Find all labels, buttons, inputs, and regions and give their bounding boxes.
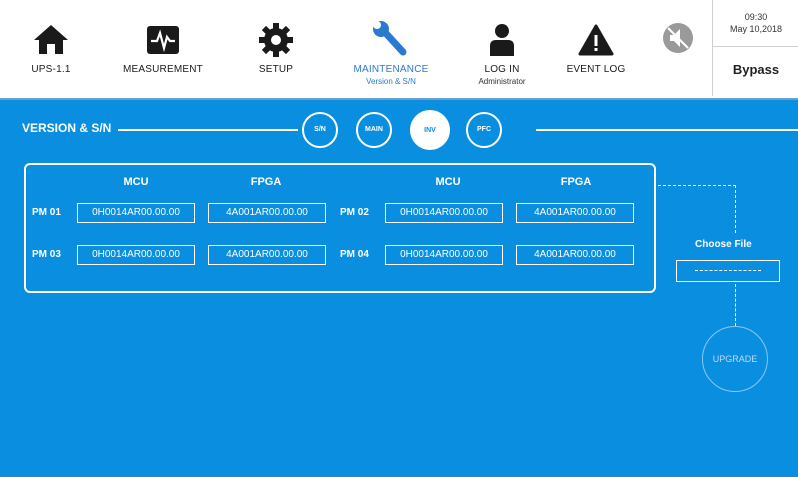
- connector-line: [735, 185, 736, 233]
- column-header-mcu: MCU: [435, 176, 461, 188]
- divider: [536, 129, 798, 131]
- tab-sn[interactable]: S/N: [302, 112, 338, 148]
- tab-inv[interactable]: INV: [410, 110, 450, 150]
- nav-maintenance[interactable]: MAINTENANCE Version & S/N: [348, 0, 434, 98]
- clock-date: May 10,2018: [729, 24, 783, 34]
- user-icon: [490, 24, 514, 56]
- module-label: PM 03: [32, 249, 61, 260]
- mute-toggle[interactable]: [654, 0, 702, 98]
- top-navigation-bar: UPS-1.1 MEASUREMENT SETUP MAINTENANCE Ve…: [0, 0, 798, 98]
- column-header-mcu: MCU: [123, 176, 149, 188]
- nav-label: MEASUREMENT: [123, 64, 203, 75]
- mute-icon: [663, 23, 693, 53]
- nav-label: LOG IN: [484, 64, 520, 75]
- tab-pfc[interactable]: PFC: [466, 112, 502, 148]
- mcu-version: 0H0014AR00.00.00: [385, 203, 503, 223]
- nav-sublabel: Version & S/N: [366, 77, 416, 86]
- nav-event-log[interactable]: EVENT LOG: [558, 0, 634, 98]
- version-panel: MCU FPGA MCU FPGA PM 01 0H0014AR00.00.00…: [24, 163, 656, 293]
- mcu-version: 0H0014AR00.00.00: [77, 203, 195, 223]
- fpga-version: 4A001AR00.00.00: [516, 203, 634, 223]
- nav-label: SETUP: [258, 64, 294, 75]
- fpga-version: 4A001AR00.00.00: [208, 245, 326, 265]
- nav-login[interactable]: LOG IN Administrator: [462, 0, 542, 98]
- choose-file-field[interactable]: [676, 260, 780, 282]
- section-title: VERSION & S/N: [22, 121, 112, 135]
- divider: [118, 129, 298, 131]
- nav-label: MAINTENANCE: [353, 64, 429, 75]
- operating-mode: Bypass: [732, 62, 780, 77]
- tab-main[interactable]: MAIN: [356, 112, 392, 148]
- module-label: PM 04: [340, 249, 369, 260]
- nav-measurement[interactable]: MEASUREMENT: [108, 0, 218, 98]
- empty-file-placeholder: [695, 270, 761, 271]
- nav-sublabel: Administrator: [478, 77, 526, 86]
- fpga-version: 4A001AR00.00.00: [208, 203, 326, 223]
- upgrade-button[interactable]: UPGRADE: [702, 326, 768, 392]
- module-label: PM 02: [340, 207, 369, 218]
- mcu-version: 0H0014AR00.00.00: [77, 245, 195, 265]
- connector-line: [735, 284, 736, 326]
- wrench-icon: [373, 21, 407, 56]
- home-icon: [34, 25, 68, 54]
- connector-line: [658, 185, 736, 186]
- nav-label: UPS-1.1: [31, 64, 71, 75]
- nav-label: EVENT LOG: [566, 64, 626, 75]
- gear-icon: [259, 23, 293, 57]
- divider: [713, 46, 798, 47]
- main-content: VERSION & S/N S/N MAIN INV PFC MCU FPGA …: [0, 98, 798, 477]
- nav-ups-1-1[interactable]: UPS-1.1: [24, 0, 78, 98]
- choose-file-label: Choose File: [695, 239, 752, 250]
- clock-time: 09:30: [744, 12, 768, 22]
- status-panel: 09:30 May 10,2018 Bypass: [712, 0, 798, 96]
- column-header-fpga: FPGA: [560, 176, 592, 188]
- warning-icon: [578, 24, 614, 56]
- module-label: PM 01: [32, 207, 61, 218]
- fpga-version: 4A001AR00.00.00: [516, 245, 634, 265]
- mcu-version: 0H0014AR00.00.00: [385, 245, 503, 265]
- nav-setup[interactable]: SETUP: [248, 0, 304, 98]
- waveform-icon: [147, 26, 179, 54]
- column-header-fpga: FPGA: [250, 176, 282, 188]
